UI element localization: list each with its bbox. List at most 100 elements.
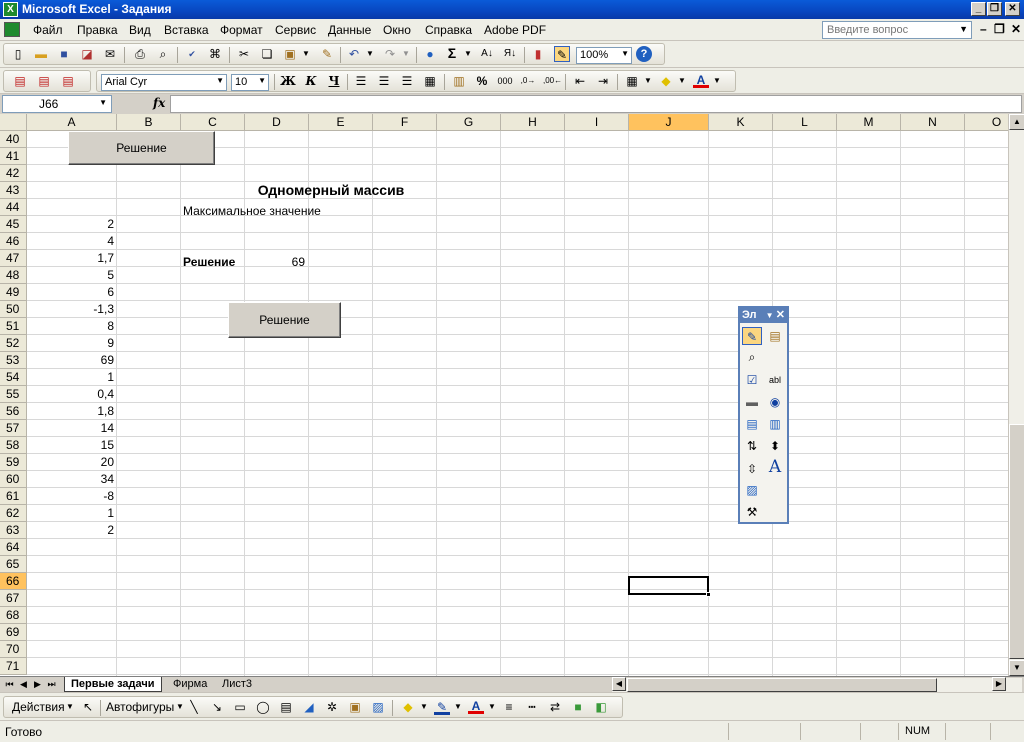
vertical-scroll-thumb[interactable] [1009, 424, 1024, 659]
first-sheet-icon[interactable]: ⏮ [4, 678, 15, 691]
font-color-chevron-icon[interactable]: ▼ [709, 73, 725, 89]
fill-color-icon[interactable]: ◆ [658, 73, 674, 89]
menu-file[interactable]: Файл [33, 23, 63, 37]
currency-icon[interactable]: ▥ [451, 73, 467, 89]
row-header-63[interactable]: 63 [0, 522, 27, 539]
last-sheet-icon[interactable]: ⏭ [46, 678, 57, 691]
fill-chevron-icon[interactable]: ▼ [416, 699, 432, 715]
row-header-55[interactable]: 55 [0, 386, 27, 403]
row-header-50[interactable]: 50 [0, 301, 27, 318]
column-header-l[interactable]: L [773, 114, 837, 131]
undo-chevron-icon[interactable]: ▼ [362, 46, 378, 62]
text-box-icon[interactable]: ▤ [278, 699, 294, 715]
tab-first-tasks[interactable]: Первые задачи [64, 677, 162, 692]
menu-tools[interactable]: Сервис [275, 23, 316, 37]
row-header-70[interactable]: 70 [0, 641, 27, 658]
minimize-button[interactable]: _ [971, 2, 986, 16]
undo-icon[interactable]: ↶ [346, 46, 362, 62]
cell-a-value[interactable]: 15 [27, 437, 117, 454]
row-header-58[interactable]: 58 [0, 437, 27, 454]
array-title[interactable]: Одномерный массив [181, 182, 421, 199]
insert-function-icon[interactable]: fx [153, 96, 165, 110]
scroll-up-button[interactable]: ▲ [1009, 114, 1024, 130]
row-header-49[interactable]: 49 [0, 284, 27, 301]
row-header-51[interactable]: 51 [0, 318, 27, 335]
column-header-a[interactable]: A [27, 114, 117, 131]
cell-a-value[interactable]: -1,3 [27, 301, 117, 318]
row-header-68[interactable]: 68 [0, 607, 27, 624]
row-header-47[interactable]: 47 [0, 250, 27, 267]
maximize-button[interactable]: ❐ [987, 2, 1002, 16]
autosum-icon[interactable]: Σ [444, 45, 460, 61]
menu-format[interactable]: Формат [220, 23, 263, 37]
toggle-button-icon[interactable]: ⇅ [742, 437, 762, 455]
active-cell[interactable] [628, 576, 711, 597]
row-header-40[interactable]: 40 [0, 131, 27, 148]
font-color-icon[interactable]: A [693, 72, 709, 88]
row-header-42[interactable]: 42 [0, 165, 27, 182]
line-color-icon[interactable]: ✎ [434, 699, 450, 715]
chevron-down-icon[interactable]: ▼ [959, 24, 968, 34]
listbox-control-icon[interactable]: ▤ [742, 415, 762, 433]
scroll-down-button[interactable]: ▼ [1009, 660, 1024, 676]
cell-a-value[interactable]: 1,7 [27, 250, 117, 267]
chevron-down-icon[interactable]: ▼ [258, 76, 266, 85]
dash-style-icon[interactable]: ┅ [524, 699, 540, 715]
decrease-decimal-icon[interactable]: ,00← [543, 73, 562, 89]
option-button-icon[interactable]: ◉ [765, 393, 785, 411]
pdf-email-icon[interactable]: ▤ [36, 73, 52, 89]
align-right-icon[interactable]: ☰ [399, 73, 415, 89]
autoshapes-menu[interactable]: Автофигуры [106, 700, 174, 714]
row-header-60[interactable]: 60 [0, 471, 27, 488]
autosum-chevron-icon[interactable]: ▼ [460, 46, 476, 62]
italic-button[interactable]: К [303, 73, 319, 89]
row-header-43[interactable]: 43 [0, 182, 27, 199]
cell-a-value[interactable]: 20 [27, 454, 117, 471]
checkbox-control-icon[interactable]: ☑ [742, 371, 762, 389]
row-header-66[interactable]: 66 [0, 573, 27, 590]
new-document-icon[interactable]: ▯ [10, 46, 26, 62]
row-header-69[interactable]: 69 [0, 624, 27, 641]
chevron-down-icon[interactable]: ▼ [766, 311, 774, 320]
button-control-icon[interactable]: ▬ [742, 393, 762, 411]
row-header-54[interactable]: 54 [0, 369, 27, 386]
document-icon[interactable] [4, 22, 20, 37]
row-header-62[interactable]: 62 [0, 505, 27, 522]
row-header-67[interactable]: 67 [0, 590, 27, 607]
cell-a-value[interactable]: 34 [27, 471, 117, 488]
label-control-icon[interactable]: ⌕ [742, 348, 762, 366]
cell-a-value[interactable]: 69 [27, 352, 117, 369]
row-header-65[interactable]: 65 [0, 556, 27, 573]
row-header-53[interactable]: 53 [0, 352, 27, 369]
select-all-corner[interactable] [0, 114, 27, 131]
row-header-41[interactable]: 41 [0, 148, 27, 165]
row-header-64[interactable]: 64 [0, 539, 27, 556]
scroll-right-button[interactable]: ▶ [992, 677, 1006, 691]
spelling-icon[interactable]: ✔ [184, 46, 200, 62]
column-header-g[interactable]: G [437, 114, 501, 131]
cell-a-value[interactable]: 1 [27, 505, 117, 522]
fill-handle[interactable] [706, 592, 711, 597]
row-header-71[interactable]: 71 [0, 658, 27, 675]
chevron-down-icon[interactable]: ▼ [216, 76, 224, 85]
row-header-56[interactable]: 56 [0, 403, 27, 420]
row-header-61[interactable]: 61 [0, 488, 27, 505]
textbox-control-icon[interactable]: abl [765, 371, 785, 389]
solution-button-2[interactable]: Решение [228, 302, 341, 338]
column-header-d[interactable]: D [245, 114, 309, 131]
clip-art-icon[interactable]: ▣ [347, 699, 363, 715]
cell-a-value[interactable]: 14 [27, 420, 117, 437]
increase-indent-icon[interactable]: ⇥ [595, 73, 611, 89]
image-control-icon[interactable]: ▨ [742, 481, 762, 499]
column-header-m[interactable]: M [837, 114, 901, 131]
cell-a-value[interactable]: -8 [27, 488, 117, 505]
menu-adobe-pdf[interactable]: Adobe PDF [484, 23, 546, 37]
tab-firm[interactable]: Фирма [167, 677, 213, 692]
column-header-i[interactable]: I [565, 114, 629, 131]
shadow-style-icon[interactable]: ■ [570, 699, 586, 715]
tab-sheet3[interactable]: Лист3 [216, 677, 258, 692]
label-text-icon[interactable]: A [765, 458, 785, 476]
thousands-button[interactable]: 000 [497, 73, 513, 89]
forms-toolbar-titlebar[interactable]: Эл ▼ ✕ [740, 308, 787, 323]
sort-ascending-icon[interactable]: A↓ [479, 46, 495, 62]
